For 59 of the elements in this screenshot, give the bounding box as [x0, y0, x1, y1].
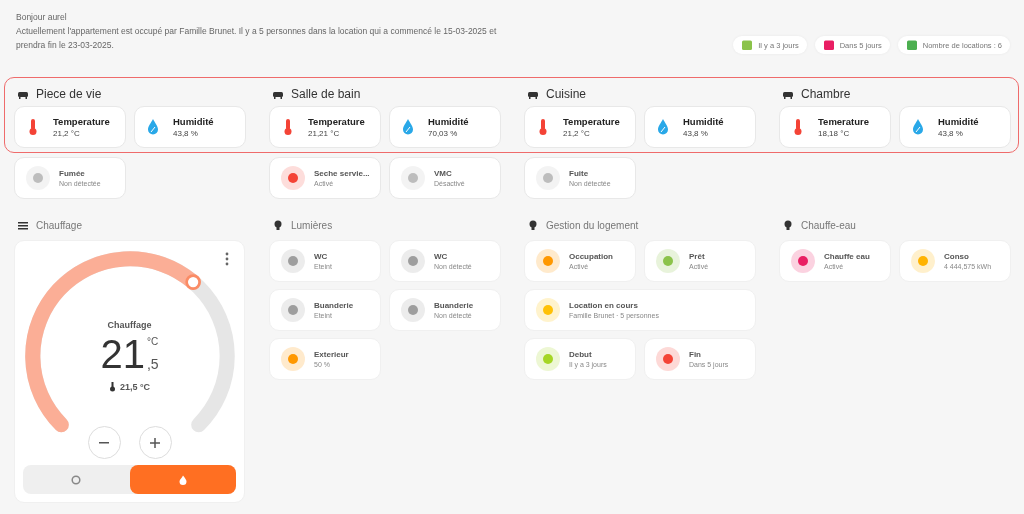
device-icon	[911, 249, 935, 273]
thermometer-icon	[108, 382, 116, 392]
minus-icon	[99, 441, 109, 444]
room-title: Cuisine	[546, 87, 587, 101]
sensor-tile[interactable]: Temperature 21,2 °C	[524, 106, 636, 148]
sensor-tile[interactable]: Humidité 43,8 %	[899, 106, 1011, 148]
room-title: Chambre	[801, 87, 851, 101]
greeting-message: Actuellement l'appartement est occupé par Famille Brunet. Il y a 5 personnes dans la location qui a commencé le 15-03-2025 et prendra fin le 23-03-2025.	[16, 25, 498, 52]
greeting-title: Bonjour aurel	[16, 11, 68, 24]
device-icon	[281, 166, 305, 190]
water-drop-icon	[656, 118, 670, 136]
section-title: Gestion du logement	[546, 219, 639, 231]
plus-icon	[150, 437, 160, 448]
sensor-tile[interactable]: Temperature 21,2 °C	[14, 106, 126, 148]
current-temperature: 21,5 °C	[119, 382, 151, 392]
device-icon	[281, 298, 305, 322]
device-icon	[281, 347, 305, 371]
device-icon	[656, 249, 680, 273]
sensor-tile[interactable]: Temerature 18,18 °C	[779, 106, 891, 148]
device-icon	[536, 298, 560, 322]
flame-icon	[177, 474, 188, 485]
device-icon	[281, 249, 305, 273]
increase-button[interactable]	[138, 426, 172, 459]
temperature-decimal: ,5	[146, 356, 159, 372]
section-icon	[782, 219, 794, 231]
calendar-icon	[822, 39, 835, 51]
section-title: Chauffe-eau	[801, 219, 856, 231]
sensor-tile[interactable]: Humidité 43,8 %	[134, 106, 246, 148]
device-icon	[401, 249, 425, 273]
device-icon	[791, 249, 815, 273]
heat-mode-button[interactable]	[129, 465, 236, 494]
section-title: Lumières	[291, 219, 333, 231]
heater-icon	[17, 219, 29, 231]
target-temperature: 21	[100, 334, 145, 374]
section-title: Chauffage	[36, 219, 82, 231]
device-icon	[536, 249, 560, 273]
sensor-tile[interactable]: Humidité 70,03 %	[389, 106, 501, 148]
temperature-unit: °C	[146, 336, 159, 347]
water-drop-icon	[911, 118, 925, 136]
water-drop-icon	[146, 118, 160, 136]
sensor-tile[interactable]: Humidité 43,8 %	[644, 106, 756, 148]
device-icon	[536, 347, 560, 371]
device-icon	[536, 166, 560, 190]
thermostat-title: Chauffage	[107, 320, 152, 330]
more-options-icon[interactable]	[225, 252, 229, 266]
room-title: Piece de vie	[36, 87, 102, 101]
water-drop-icon	[401, 118, 415, 136]
device-icon	[401, 166, 425, 190]
calendar-icon	[741, 39, 754, 51]
device-icon	[401, 298, 425, 322]
room-title: Salle de bain	[291, 87, 361, 101]
device-icon	[656, 347, 680, 371]
decrease-button[interactable]	[87, 426, 121, 459]
sensor-tile[interactable]: Temperature 21,21 °C	[269, 106, 381, 148]
power-off-icon	[71, 474, 82, 485]
section-icon	[527, 219, 539, 231]
section-icon	[272, 219, 284, 231]
calendar-icon	[905, 39, 918, 51]
device-icon	[26, 166, 50, 190]
